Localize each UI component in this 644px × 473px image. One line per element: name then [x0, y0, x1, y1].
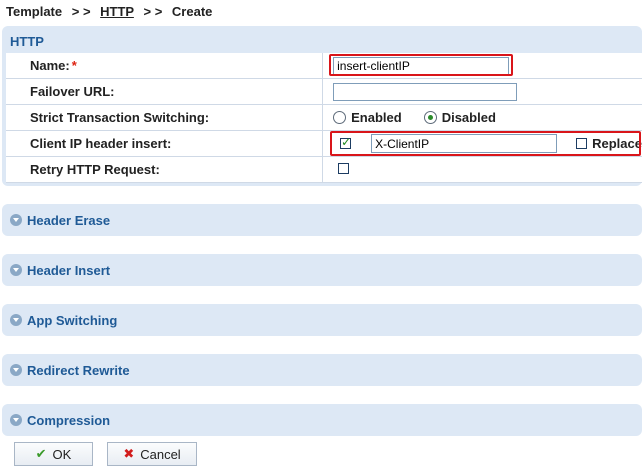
retry-cell [322, 156, 642, 183]
name-cell [322, 53, 642, 79]
section-label: Header Erase [27, 212, 111, 228]
panel-title: HTTP [10, 34, 44, 49]
failover-cell [322, 78, 642, 105]
enabled-radio-label[interactable]: Enabled [351, 110, 402, 125]
chevron-down-icon [10, 264, 22, 276]
chevron-down-icon [10, 214, 22, 226]
section-header-insert[interactable]: Header Insert [2, 254, 642, 286]
required-marker: * [71, 58, 77, 73]
checkmark-icon: ✔ [35, 446, 47, 462]
strict-radio-group: Enabled Disabled [333, 110, 642, 125]
form-row-retry: Retry HTTP Request: [6, 156, 642, 183]
close-icon: ✖ [123, 446, 135, 462]
section-label: Compression [27, 412, 111, 428]
breadcrumb-current: Create [171, 4, 213, 19]
breadcrumb-link-http[interactable]: HTTP [100, 4, 134, 19]
client-ip-label: Client IP header insert: [6, 130, 324, 157]
cancel-button[interactable]: ✖ Cancel [107, 442, 197, 466]
retry-label: Retry HTTP Request: [6, 156, 324, 183]
strict-cell: Enabled Disabled [322, 104, 642, 131]
http-panel: HTTP Name:* Failover URL: Strict Transac… [2, 26, 642, 186]
breadcrumb-separator: > > [71, 4, 91, 19]
breadcrumb: Template > > HTTP > > Create [6, 4, 212, 19]
form-row-strict: Strict Transaction Switching: Enabled Di… [6, 104, 642, 131]
cancel-button-label: Cancel [140, 446, 181, 462]
disabled-radio[interactable] [423, 111, 437, 124]
section-label: App Switching [27, 312, 118, 328]
form-row-client-ip: Client IP header insert: Replace [6, 130, 642, 157]
form-row-name: Name: * [6, 53, 642, 79]
form-row-failover: Failover URL: [6, 78, 642, 105]
section-label: Redirect Rewrite [27, 362, 130, 378]
name-label: Name: * [6, 53, 324, 79]
ok-button-label: OK [52, 446, 72, 462]
breadcrumb-root: Template [6, 4, 63, 19]
breadcrumb-separator: > > [143, 4, 163, 19]
ok-button[interactable]: ✔ OK [14, 442, 93, 466]
retry-checkbox[interactable] [338, 163, 350, 174]
enabled-radio[interactable] [333, 111, 347, 124]
section-label: Header Insert [27, 262, 111, 278]
client-ip-cell: Replace [322, 130, 642, 157]
chevron-down-icon [10, 414, 22, 426]
section-redirect-rewrite[interactable]: Redirect Rewrite [2, 354, 642, 386]
strict-label: Strict Transaction Switching: [6, 104, 324, 131]
failover-url-input[interactable] [333, 82, 518, 101]
chevron-down-icon [10, 314, 22, 326]
highlight-box [329, 54, 514, 76]
http-form: Name:* Failover URL: Strict Transaction … [6, 53, 642, 183]
failover-label: Failover URL: [6, 78, 324, 105]
section-compression[interactable]: Compression [2, 404, 642, 436]
section-app-switching[interactable]: App Switching [2, 304, 642, 336]
name-label-text: Name: [30, 58, 70, 73]
section-header-erase[interactable]: Header Erase [2, 204, 642, 236]
highlight-box [330, 131, 642, 156]
chevron-down-icon [10, 364, 22, 376]
disabled-radio-label[interactable]: Disabled [442, 110, 496, 125]
